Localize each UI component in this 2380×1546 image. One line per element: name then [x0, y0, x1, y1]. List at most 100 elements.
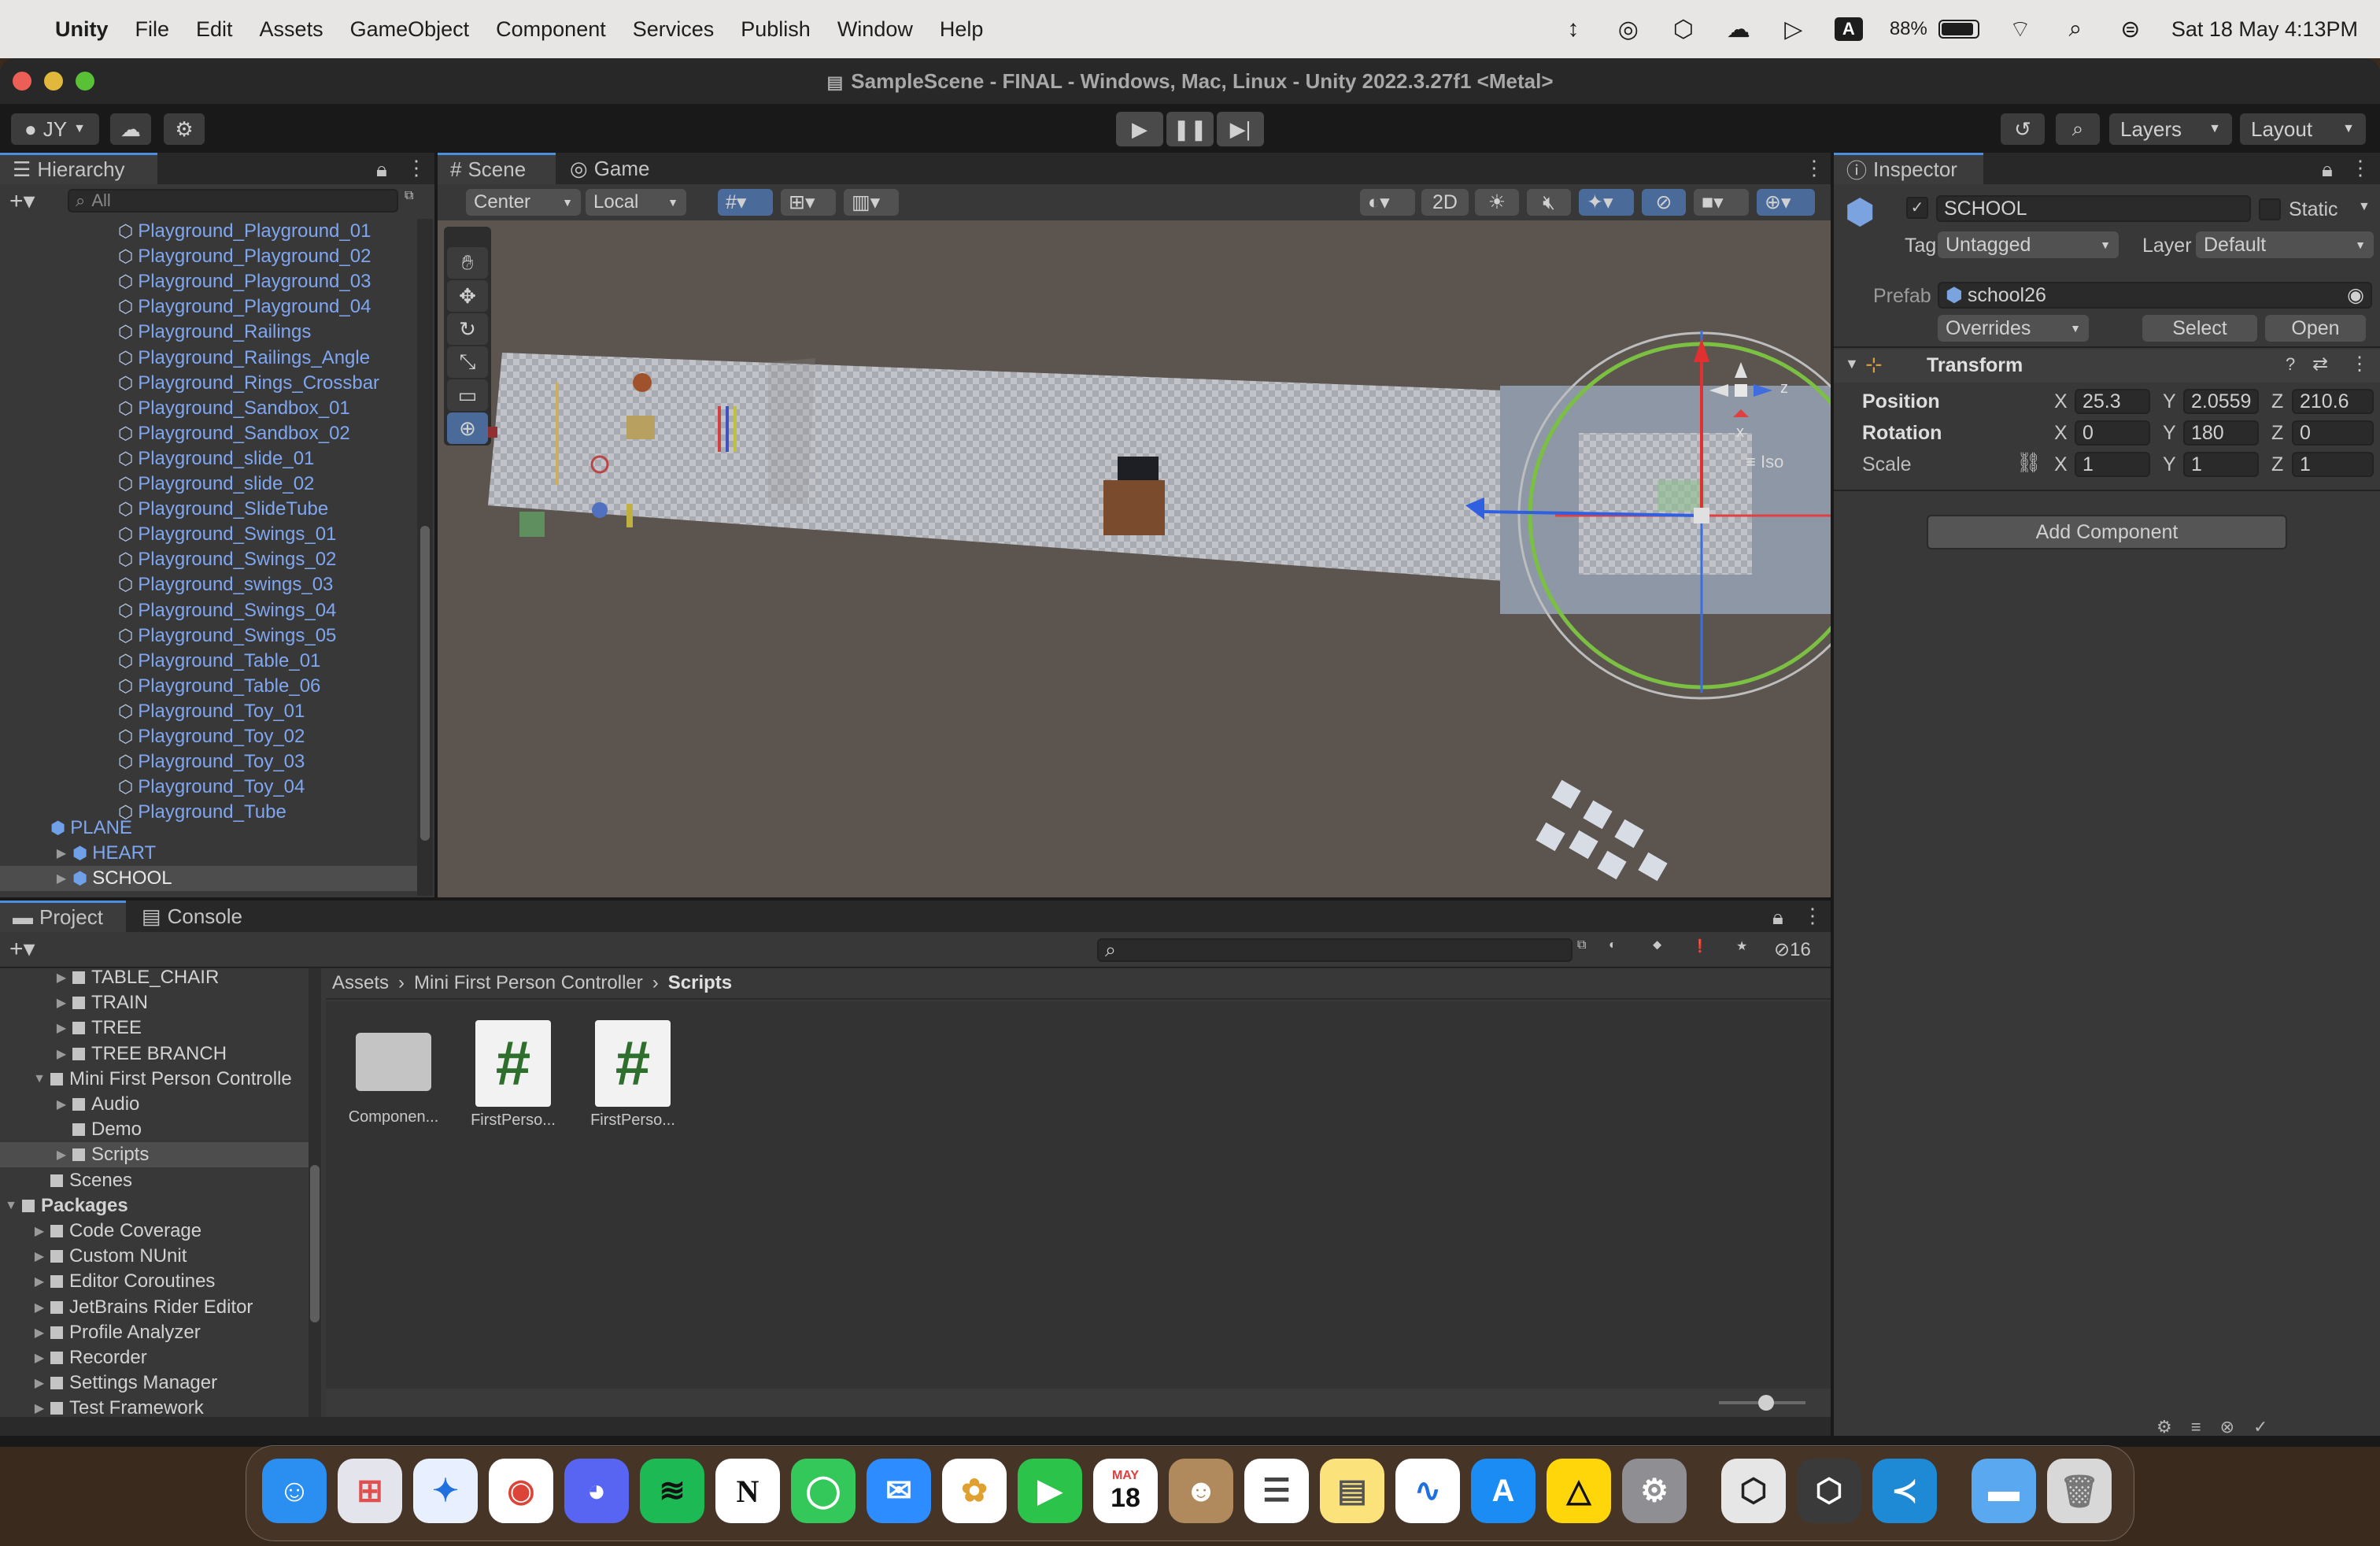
close-window-button[interactable]	[13, 72, 31, 91]
breadcrumb-assets[interactable]: Assets	[332, 972, 389, 994]
hierarchy-item-school[interactable]: ▶ ⬢ SCHOOL	[0, 866, 417, 891]
instruments-icon[interactable]: △	[1547, 1459, 1611, 1523]
pivot-dropdown[interactable]: Center ▼	[466, 189, 581, 216]
scale-z-field[interactable]: 1	[2292, 452, 2374, 477]
more-menu-icon[interactable]: ⋮	[1804, 156, 1824, 180]
project-tree-item[interactable]: ▶ Profile Analyzer	[0, 1320, 309, 1345]
notion-icon[interactable]: N	[715, 1459, 780, 1523]
menu-file[interactable]: File	[122, 17, 183, 42]
object-name-field[interactable]: SCHOOL	[1936, 195, 2251, 222]
rotation-x-field[interactable]: 0	[2075, 420, 2150, 446]
asset-item-script[interactable]: # FirstPerso...	[466, 1020, 560, 1130]
facetime-icon[interactable]: ▶	[1018, 1459, 1082, 1523]
prefab-field[interactable]: ⬢ school26 ◉	[1938, 282, 2372, 309]
layout-dropdown[interactable]: Layout ▼	[2240, 113, 2366, 145]
search-button[interactable]: ⌕	[2056, 113, 2100, 145]
overrides-dropdown[interactable]: Overrides ▼	[1938, 315, 2089, 342]
search-icon[interactable]: ⌕	[2061, 16, 2090, 42]
project-tree-item[interactable]: ▶ Editor Coroutines	[0, 1269, 309, 1294]
menu-publish[interactable]: Publish	[727, 17, 824, 42]
unity-hub-icon[interactable]: ⬡	[1669, 17, 1698, 43]
add-component-button[interactable]: Add Component	[1927, 515, 2287, 549]
position-z-field[interactable]: 210.6	[2292, 389, 2374, 414]
expand-arrow-icon[interactable]: ▶	[50, 1020, 72, 1036]
help-icon[interactable]: ?	[2286, 354, 2295, 375]
tab-console[interactable]: ▤ Console	[129, 901, 263, 932]
lighting-button[interactable]: ☀	[1475, 189, 1519, 216]
hierarchy-scrollbar[interactable]	[417, 219, 433, 896]
wifi-icon[interactable]: ⌔	[2006, 17, 2034, 43]
lock-icon[interactable]: 🔒︎	[1772, 905, 1783, 930]
clock[interactable]: Sat 18 May 4:13PM	[2171, 17, 2358, 42]
menu-services[interactable]: Services	[619, 17, 728, 42]
play-button[interactable]: ▶	[1116, 112, 1163, 146]
check-icon[interactable]: ✓	[2253, 1417, 2267, 1441]
tag-icon[interactable]: ⬥	[1653, 938, 1661, 952]
hierarchy-item[interactable]: ⬡ Playground_Tube	[118, 800, 286, 825]
hierarchy-item[interactable]: ⬡ Playground_Railings	[118, 320, 311, 345]
debug-icon[interactable]: ⚙	[2156, 1417, 2172, 1441]
unity-editor-app-icon[interactable]: ⬡	[1797, 1459, 1861, 1523]
hierarchy-item[interactable]: ⬡ Playground_swings_03	[118, 572, 333, 597]
hierarchy-item[interactable]: ⬡ Playground_SlideTube	[118, 497, 328, 522]
contacts-icon[interactable]: ☻	[1169, 1459, 1233, 1523]
hierarchy-search-input[interactable]: ⌕ All	[68, 189, 398, 213]
more-menu-icon[interactable]: ⋮	[1802, 904, 1823, 928]
position-x-field[interactable]: 25.3	[2075, 389, 2150, 414]
hierarchy-item[interactable]: ⬡ Playground_Railings_Angle	[118, 346, 370, 371]
expand-arrow-icon[interactable]: ▶	[50, 1046, 72, 1062]
add-icon[interactable]: +▾	[9, 935, 35, 963]
expand-arrow-icon[interactable]: ▶	[28, 1248, 50, 1264]
chrome-icon[interactable]: ◉	[489, 1459, 553, 1523]
orientation-gizmo[interactable]: z x ≡ Iso	[1694, 334, 1812, 472]
hierarchy-item[interactable]: ⬡ Playground_Toy_01	[118, 699, 305, 724]
hierarchy-item[interactable]: ⬡ Playground_Playground_01	[118, 219, 371, 244]
hierarchy-item-heart[interactable]: ▶ ⬢ HEART	[57, 841, 156, 866]
project-tree-item[interactable]: ▶ Audio	[0, 1092, 309, 1117]
cloud-button[interactable]: ☁	[110, 113, 151, 145]
creative-cloud-icon[interactable]: ◎	[1614, 17, 1643, 43]
tab-hierarchy[interactable]: ☰ Hierarchy	[0, 153, 157, 184]
gizmos-button[interactable]: ⊕▾	[1757, 189, 1815, 216]
camera-button[interactable]: ■▾	[1694, 189, 1749, 216]
lock-icon[interactable]: 🔒︎	[376, 157, 387, 183]
constrain-link-icon[interactable]: ⛓	[2016, 452, 2042, 475]
hierarchy-item[interactable]: ⬡ Playground_Playground_04	[118, 294, 371, 320]
more-menu-icon[interactable]: ⋮	[406, 156, 427, 180]
hierarchy-item[interactable]: ⬡ Playground_Swings_01	[118, 522, 336, 547]
menu-assets[interactable]: Assets	[246, 17, 337, 42]
control-center-icon[interactable]: ⊜	[2116, 17, 2145, 43]
star-icon[interactable]: ★	[1736, 938, 1747, 954]
system-settings-icon[interactable]: ⚙	[1622, 1459, 1687, 1523]
layers-dropdown[interactable]: Layers ▼	[2109, 113, 2232, 145]
reminders-icon[interactable]: ☰	[1244, 1459, 1309, 1523]
cloud-icon[interactable]: ☁	[1724, 17, 1753, 43]
zoom-slider-thumb[interactable]	[1758, 1395, 1774, 1411]
expand-arrow-icon[interactable]: ▶	[50, 1097, 72, 1112]
warning-icon[interactable]: ❗	[1692, 938, 1708, 954]
hierarchy-item[interactable]: ⬡ Playground_Sandbox_01	[118, 396, 350, 421]
project-tree-item[interactable]: ▶ TREE BRANCH	[0, 1041, 309, 1067]
hierarchy-item-plane[interactable]: ⬢ PLANE	[50, 816, 132, 841]
rotation-y-field[interactable]: 180	[2183, 420, 2259, 446]
expand-arrow-icon[interactable]: ▶	[28, 1223, 50, 1239]
project-tree-item[interactable]: ▶ JetBrains Rider Editor	[0, 1295, 309, 1320]
expand-arrow-icon[interactable]: ▶	[50, 871, 72, 886]
projection-toggle[interactable]: ≡ Iso	[1746, 452, 1783, 472]
rotation-z-field[interactable]: 0	[2292, 420, 2374, 446]
calendar-icon[interactable]: MAY 18	[1093, 1459, 1158, 1523]
photos-icon[interactable]: ✿	[942, 1459, 1007, 1523]
history-button[interactable]: ↺	[2001, 113, 2045, 145]
unity-hub-app-icon[interactable]: ⬡	[1721, 1459, 1786, 1523]
select-button[interactable]: Select	[2142, 315, 2257, 342]
project-tree-item[interactable]: ▶ TRAIN	[0, 990, 309, 1015]
expand-arrow-icon[interactable]: ▼	[0, 1199, 22, 1213]
scale-y-field[interactable]: 1	[2183, 452, 2259, 477]
project-tree-scrollbar[interactable]	[309, 968, 321, 1417]
hierarchy-item[interactable]: ⬡ Playground_slide_01	[118, 446, 314, 472]
mail-icon[interactable]: ✉	[867, 1459, 931, 1523]
app-store-icon[interactable]: A	[1471, 1459, 1536, 1523]
transform-header[interactable]: ▼ ⊹ Transform ? ⇄ ⋮	[1834, 350, 2380, 383]
trash-icon[interactable]: 🗑︎	[2047, 1459, 2112, 1523]
project-tree-item[interactable]: ▼ Packages	[0, 1193, 309, 1219]
